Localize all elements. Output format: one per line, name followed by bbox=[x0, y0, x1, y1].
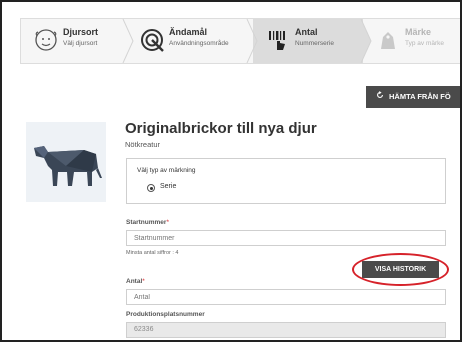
cow-icon-tile bbox=[26, 122, 106, 202]
step-andamal-subtitle: Användningsområde bbox=[169, 40, 229, 47]
count-label: Antal* bbox=[126, 278, 145, 285]
step-antal-title: Antal bbox=[295, 27, 318, 37]
start-number-input[interactable] bbox=[126, 230, 446, 246]
serie-radio[interactable] bbox=[147, 184, 155, 192]
start-number-label: Startnummer* bbox=[126, 219, 169, 226]
target-icon bbox=[141, 29, 164, 52]
import-button-label: HÄMTA FRÅN FÖ bbox=[389, 92, 451, 101]
marking-type-label: Välj typ av märkning bbox=[137, 167, 196, 174]
cow-icon bbox=[34, 146, 102, 186]
step-andamal[interactable]: Ändamål Användningsområde bbox=[139, 19, 249, 63]
app-frame: Djursort Välj djursort Ändamål Användnin… bbox=[0, 0, 462, 342]
tag-icon bbox=[381, 32, 395, 49]
required-mark: * bbox=[166, 219, 169, 226]
step-separator-chevron bbox=[246, 19, 258, 63]
step-marke[interactable]: Märke Typ av märke bbox=[375, 19, 460, 63]
required-mark: * bbox=[142, 278, 145, 285]
step-separator-chevron bbox=[122, 19, 134, 63]
start-number-label-text: Startnummer bbox=[126, 219, 167, 226]
import-button[interactable]: HÄMTA FRÅN FÖ bbox=[366, 86, 460, 108]
count-label-text: Antal bbox=[126, 278, 143, 285]
serie-radio-label[interactable]: Serie bbox=[160, 183, 176, 190]
page-title: Originalbrickor till nya djur bbox=[125, 120, 317, 137]
step-andamal-title: Ändamål bbox=[169, 27, 208, 37]
barcode-hand-icon bbox=[269, 31, 285, 50]
step-antal[interactable]: Antal Nummerserie bbox=[265, 19, 361, 63]
count-input[interactable] bbox=[126, 289, 446, 305]
step-djursort-subtitle: Välj djursort bbox=[63, 40, 98, 47]
refresh-icon bbox=[377, 91, 383, 98]
start-number-hint: Minsta antal siffror : 4 bbox=[126, 250, 179, 256]
show-history-button[interactable]: VISA HISTORIK bbox=[362, 261, 439, 278]
wizard-stepper: Djursort Välj djursort Ändamål Användnin… bbox=[20, 18, 460, 64]
marking-type-box: Välj typ av märkning Serie bbox=[126, 158, 446, 204]
production-place-label: Produktionsplatsnummer bbox=[126, 311, 205, 318]
sheep-icon bbox=[35, 29, 57, 51]
step-marke-subtitle: Typ av märke bbox=[405, 40, 445, 47]
step-antal-subtitle: Nummerserie bbox=[295, 40, 335, 47]
step-djursort-title: Djursort bbox=[63, 27, 99, 37]
step-marke-title: Märke bbox=[405, 27, 432, 37]
page-subtitle: Nötkreatur bbox=[125, 140, 161, 149]
production-place-field: 62336 bbox=[126, 322, 446, 338]
step-djursort[interactable]: Djursort Välj djursort bbox=[33, 19, 133, 63]
step-separator-chevron bbox=[360, 19, 372, 63]
